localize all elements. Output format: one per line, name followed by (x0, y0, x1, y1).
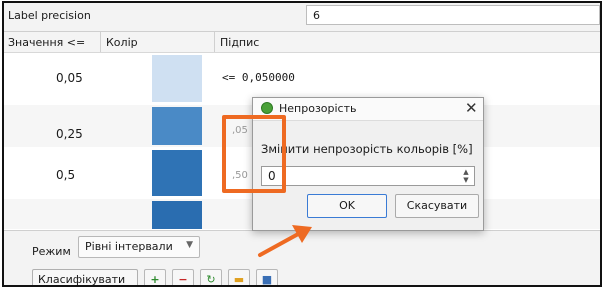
qgis-icon (261, 102, 273, 114)
class-value: 0,5 (56, 168, 76, 182)
dialog-title: Непрозорість (279, 102, 357, 115)
column-divider[interactable] (100, 32, 101, 52)
save-icon: ■ (261, 273, 273, 286)
label-precision-input[interactable]: 6 (306, 5, 600, 25)
column-divider[interactable] (214, 32, 215, 52)
add-class-button[interactable]: + (144, 269, 166, 286)
plus-icon: + (150, 273, 160, 286)
renderer-panel: Label precision 6 Значення <= Колір Підп… (2, 1, 602, 287)
class-value: 0,05 (56, 71, 83, 85)
color-swatch[interactable] (152, 107, 202, 145)
color-swatch[interactable] (152, 201, 202, 229)
mode-select-value: Рівні інтервали (85, 240, 173, 253)
class-value: 0,25 (56, 127, 83, 141)
opacity-spinbox[interactable]: 0 ▲ ▼ (261, 166, 475, 186)
table-header: Значення <= Колір Підпис (4, 32, 600, 53)
spinbox-arrows-icon[interactable]: ▲ ▼ (461, 168, 471, 184)
refresh-button[interactable]: ↻ (200, 269, 222, 286)
opacity-prompt: Змінити непрозорість кольорів [%] (261, 142, 473, 156)
cancel-button[interactable]: Скасувати (395, 194, 479, 218)
opacity-dialog: Непрозорість ✕ Змінити непрозорість коль… (252, 97, 484, 231)
chevron-down-icon: ▼ (186, 240, 193, 250)
close-icon[interactable]: ✕ (465, 99, 478, 117)
refresh-icon: ↻ (206, 273, 216, 286)
color-swatch[interactable] (152, 150, 202, 196)
mode-select[interactable]: Рівні інтервали ▼ (78, 236, 200, 258)
annotation-arrow-icon (258, 225, 312, 257)
folder-icon: ▬ (233, 273, 245, 286)
column-header-color[interactable]: Колір (106, 36, 138, 49)
column-header-value[interactable]: Значення <= (8, 36, 85, 49)
highlight-box (222, 115, 286, 193)
color-swatch[interactable] (152, 55, 202, 102)
mode-label: Режим (32, 245, 71, 258)
minus-icon: − (178, 273, 188, 286)
class-label: <= 0,050000 (222, 71, 295, 84)
load-button[interactable]: ▬ (228, 269, 250, 286)
save-button[interactable]: ■ (256, 269, 278, 286)
column-header-label[interactable]: Підпис (220, 36, 259, 49)
delete-class-button[interactable]: − (172, 269, 194, 286)
ok-button[interactable]: OK (307, 194, 387, 218)
dialog-titlebar[interactable]: Непрозорість ✕ (253, 98, 483, 121)
classify-button[interactable]: Класифікувати (32, 269, 138, 285)
label-precision-label: Label precision (8, 9, 91, 22)
